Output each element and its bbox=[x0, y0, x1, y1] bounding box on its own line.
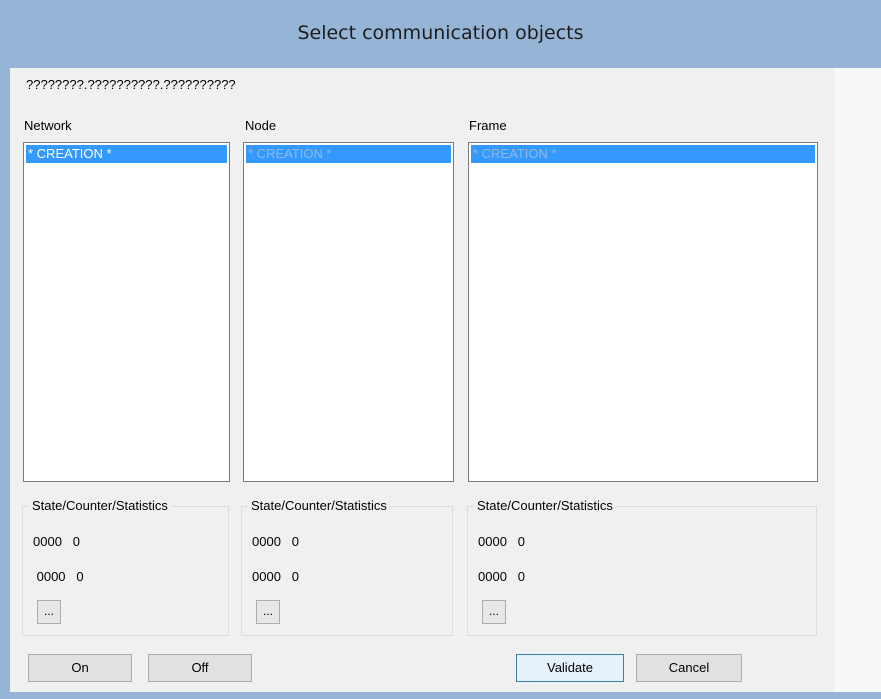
object-path-label: ????????.??????????.?????????? bbox=[26, 77, 236, 92]
network-stats-legend: State/Counter/Statistics bbox=[29, 498, 171, 513]
window-bottom-border bbox=[0, 692, 881, 699]
frame-list-item[interactable]: * CREATION * bbox=[471, 145, 815, 163]
network-stats-group: State/Counter/Statistics 0000 0 0000 0 .… bbox=[22, 498, 229, 636]
network-stat-line-1: 0000 0 bbox=[33, 534, 80, 549]
node-list-item[interactable]: * CREATION * bbox=[246, 145, 451, 163]
frame-stat-line-2: 0000 0 bbox=[478, 569, 525, 584]
node-stat-line-2: 0000 0 bbox=[252, 569, 299, 584]
node-label: Node bbox=[245, 118, 277, 133]
window-left-border bbox=[0, 68, 10, 699]
node-stats-legend: State/Counter/Statistics bbox=[248, 498, 390, 513]
frame-listbox[interactable]: * CREATION * bbox=[468, 142, 818, 482]
window-title: Select communication objects bbox=[297, 22, 584, 44]
frame-label: Frame bbox=[469, 118, 507, 133]
title-bar[interactable]: Select communication objects bbox=[0, 0, 881, 68]
validate-button[interactable]: Validate bbox=[516, 654, 624, 682]
network-details-button[interactable]: ... bbox=[37, 600, 61, 624]
network-list-item[interactable]: * CREATION * bbox=[26, 145, 227, 163]
on-button[interactable]: On bbox=[28, 654, 132, 682]
frame-stats-group: State/Counter/Statistics 0000 0 0000 0 .… bbox=[467, 498, 817, 636]
cancel-button[interactable]: Cancel bbox=[636, 654, 742, 682]
off-button[interactable]: Off bbox=[148, 654, 252, 682]
frame-details-button[interactable]: ... bbox=[482, 600, 506, 624]
network-label: Network bbox=[24, 118, 72, 133]
node-stats-group: State/Counter/Statistics 0000 0 0000 0 .… bbox=[241, 498, 453, 636]
right-side-panel bbox=[834, 68, 881, 692]
network-stat-line-2: 0000 0 bbox=[33, 569, 84, 584]
node-stat-line-1: 0000 0 bbox=[252, 534, 299, 549]
node-listbox[interactable]: * CREATION * bbox=[243, 142, 454, 482]
node-details-button[interactable]: ... bbox=[256, 600, 280, 624]
network-listbox[interactable]: * CREATION * bbox=[23, 142, 230, 482]
dialog-window: Select communication objects ????????.??… bbox=[0, 0, 881, 699]
frame-stats-legend: State/Counter/Statistics bbox=[474, 498, 616, 513]
frame-stat-line-1: 0000 0 bbox=[478, 534, 525, 549]
